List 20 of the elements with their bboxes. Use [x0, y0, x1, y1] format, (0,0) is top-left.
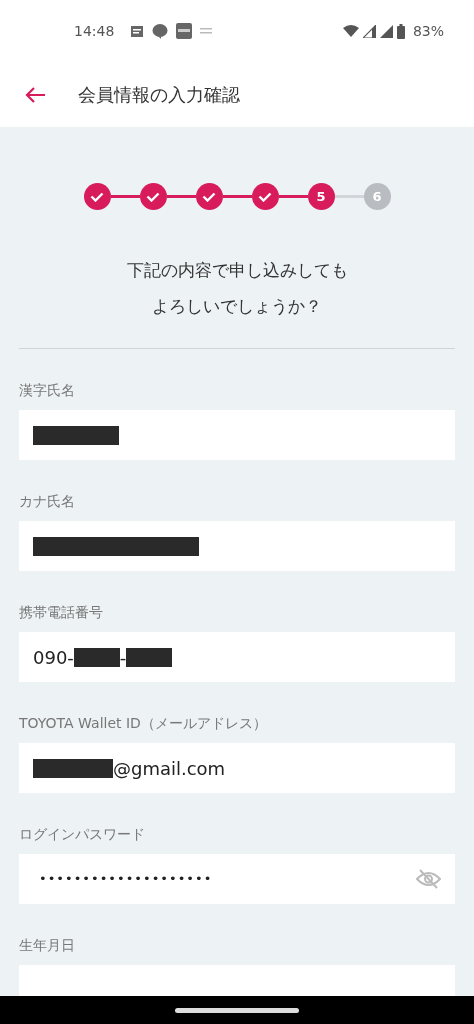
battery-percent: 83% — [412, 21, 444, 41]
status-time: 14:48 — [74, 21, 115, 41]
field-label: 漢字氏名 — [19, 382, 75, 398]
masked-password: •••••••••••••••••••• — [39, 870, 213, 889]
field-label: 生年月日 — [19, 937, 75, 953]
field-label: TOYOTA Wallet ID（メールアドレス） — [19, 715, 267, 731]
field-value: 090- — [33, 645, 74, 670]
field-label: 携帯電話番号 — [19, 604, 103, 620]
step-indicator: 6 — [363, 183, 391, 210]
field-label: カナ氏名 — [19, 493, 75, 509]
field-label: ログインパスワード — [19, 826, 145, 842]
field-value: - — [119, 645, 127, 670]
field-value: @gmail.com — [113, 756, 226, 781]
step-indicator: 5 — [307, 183, 335, 210]
page-title: 会員情報の入力確認 — [78, 83, 240, 107]
question-text: よろしいでしょうか？ — [151, 295, 323, 318]
text-field[interactable]: 090- - — [19, 632, 455, 682]
password-field[interactable]: •••••••••••••••••••• — [19, 854, 455, 904]
question-text: 下記の内容で申し込みしても — [125, 259, 349, 282]
text-field[interactable]: @gmail.com — [19, 743, 455, 793]
